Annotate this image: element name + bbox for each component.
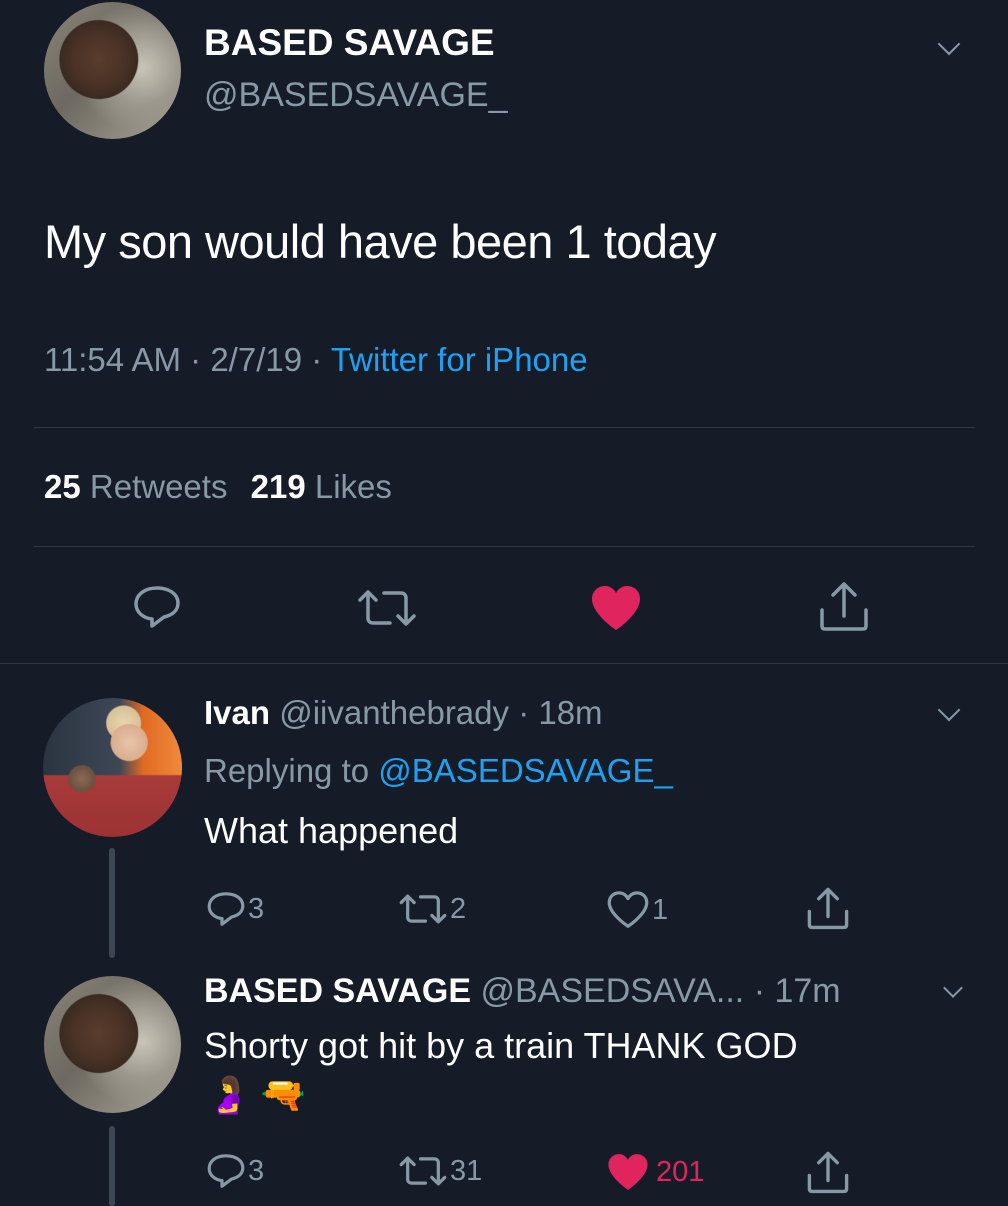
retweet-button[interactable]: 2: [398, 892, 466, 926]
author-handle[interactable]: @BASEDSAVAGE_: [204, 76, 507, 115]
tweet-age: · 17m: [753, 972, 841, 1010]
heart-outline-icon: [607, 891, 649, 928]
share-icon: [807, 1151, 849, 1194]
share-icon: [807, 887, 849, 930]
divider: [0, 663, 1008, 664]
avatar[interactable]: [43, 698, 182, 837]
share-button[interactable]: [806, 1150, 850, 1194]
heart-icon: [608, 1154, 648, 1190]
retweet-count: 2: [450, 892, 467, 925]
retweets-stat[interactable]: 25 Retweets: [44, 468, 237, 505]
avatar[interactable]: [44, 976, 181, 1113]
reply-text: Shorty got hit by a train THANK GOD: [204, 1025, 798, 1066]
retweet-icon: [358, 590, 416, 626]
like-button[interactable]: 1: [606, 890, 668, 930]
divider: [34, 546, 975, 547]
likes-count: 219: [250, 468, 306, 505]
share-button[interactable]: [818, 580, 870, 632]
retweets-count: 25: [44, 468, 81, 505]
author-name[interactable]: BASED SAVAGE: [204, 22, 495, 64]
like-count: 201: [656, 1155, 705, 1188]
like-button[interactable]: [589, 584, 643, 632]
share-button[interactable]: [806, 886, 850, 930]
avatar[interactable]: [44, 2, 181, 139]
author-handle[interactable]: @iivanthebrady: [279, 694, 509, 731]
engagement-stats: 25 Retweets 219 Likes: [44, 468, 392, 506]
emoji-line: 🤰🔫: [206, 1074, 316, 1115]
tweet-time: 11:54 AM: [44, 341, 181, 378]
author-name[interactable]: Ivan: [204, 694, 270, 731]
chevron-down-icon[interactable]: [937, 698, 961, 722]
likes-label: Likes: [314, 468, 392, 505]
reply-button[interactable]: 3: [206, 1152, 264, 1190]
tweet-text: My son would have been 1 today: [44, 215, 717, 268]
tweet-age: · 18m: [518, 694, 603, 731]
author-handle[interactable]: @BASEDSAVA...: [480, 972, 744, 1010]
retweet-button[interactable]: 31: [398, 1154, 482, 1188]
thread-line: [109, 848, 115, 958]
share-icon: [820, 582, 868, 631]
reply-icon: [134, 586, 180, 628]
chevron-down-icon[interactable]: [943, 978, 963, 998]
meta-separator: ·: [190, 341, 202, 378]
replying-to-link[interactable]: @BASEDSAVAGE_: [378, 752, 673, 789]
reply-button[interactable]: 3: [206, 890, 264, 928]
retweet-count: 31: [450, 1154, 483, 1187]
reply-count: 3: [248, 892, 265, 925]
likes-stat[interactable]: 219 Likes: [251, 468, 392, 505]
like-button[interactable]: 201: [606, 1152, 704, 1192]
author-name[interactable]: BASED SAVAGE: [204, 972, 471, 1010]
tweet-source-link[interactable]: Twitter for iPhone: [331, 341, 588, 378]
heart-icon: [592, 586, 640, 630]
retweet-icon: [399, 894, 447, 924]
reply-button[interactable]: [132, 584, 182, 630]
reply-icon: [207, 1154, 245, 1188]
reply-text: What happened: [204, 810, 459, 851]
replying-prefix: Replying to: [204, 752, 370, 789]
tweet-date: 2/7/19: [210, 341, 303, 378]
reply-header: BASED SAVAGE @BASEDSAVA... · 17m: [204, 972, 841, 1011]
replying-to-line: Replying to @BASEDSAVAGE_: [204, 752, 673, 790]
meta-separator: ·: [311, 341, 323, 378]
reply-count: 3: [248, 1154, 265, 1187]
thread-line: [109, 1126, 115, 1206]
chevron-down-icon[interactable]: [937, 32, 961, 56]
divider: [34, 427, 975, 428]
like-count: 1: [652, 893, 669, 926]
retweet-icon: [399, 1156, 447, 1186]
reply-header: Ivan @iivanthebrady · 18m: [204, 694, 603, 732]
tweet-meta: 11:54 AM · 2/7/19 · Twitter for iPhone: [44, 341, 588, 379]
retweet-button[interactable]: [356, 588, 418, 628]
reply-icon: [207, 892, 245, 926]
retweets-label: Retweets: [89, 468, 228, 505]
